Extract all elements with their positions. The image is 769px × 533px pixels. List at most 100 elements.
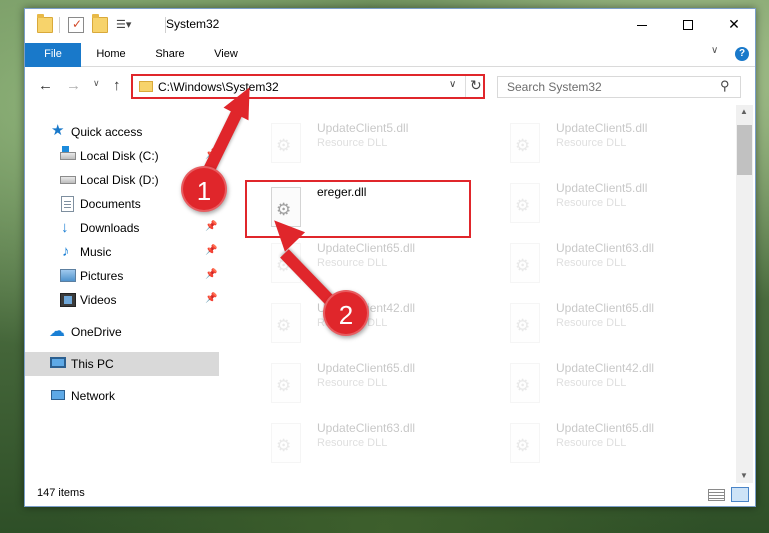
- nav-item-label: Downloads: [80, 221, 140, 235]
- file-name: UpdateClient65.dll: [556, 301, 655, 315]
- file-tile[interactable]: UpdateClient5.dll Resource DLL: [484, 117, 714, 173]
- scroll-down-icon[interactable]: ▼: [740, 471, 748, 480]
- file-type: Resource DLL: [317, 437, 388, 449]
- file-name: UpdateClient5.dll: [556, 121, 648, 135]
- new-folder-icon[interactable]: [92, 13, 108, 33]
- nav-item-quick-access[interactable]: ★ Quick access: [25, 120, 219, 144]
- tab-home[interactable]: Home: [87, 43, 135, 67]
- file-type: Resource DLL: [556, 377, 627, 389]
- file-type: Resource DLL: [317, 137, 388, 149]
- pin-icon[interactable]: 📌: [205, 221, 217, 232]
- search-input[interactable]: [498, 77, 713, 97]
- nav-item-label: Local Disk (C:): [80, 149, 159, 163]
- nav-item-label: OneDrive: [71, 325, 122, 339]
- file-tile[interactable]: UpdateClient65.dll Resource DLL: [245, 357, 475, 413]
- nav-item-this-pc[interactable]: This PC: [25, 352, 219, 376]
- nav-item-videos[interactable]: Videos 📌: [25, 288, 219, 312]
- nav-item-network[interactable]: Network: [25, 384, 219, 408]
- nav-item-downloads[interactable]: ↓ Downloads 📌: [25, 216, 219, 240]
- file-explorer-window: ☰▾ System32 ✕ File Home Share View ∨ ? ←…: [24, 8, 756, 507]
- scroll-thumb[interactable]: [737, 125, 752, 175]
- file-tile[interactable]: UpdateClient63.dll Resource DLL: [245, 417, 475, 473]
- help-icon[interactable]: ?: [735, 47, 749, 61]
- music-icon: ♪: [62, 243, 70, 260]
- file-name: UpdateClient42.dll: [556, 361, 655, 375]
- nav-item-label: Pictures: [80, 269, 124, 283]
- pin-icon[interactable]: 📌: [205, 293, 217, 304]
- close-button[interactable]: ✕: [711, 9, 757, 40]
- refresh-icon[interactable]: ↻: [470, 77, 482, 94]
- dll-file-icon: [510, 183, 540, 223]
- cloud-icon: ☁: [49, 323, 65, 340]
- tab-share[interactable]: Share: [145, 43, 195, 67]
- details-view-icon[interactable]: [708, 489, 725, 501]
- recent-locations-icon[interactable]: ∨: [93, 78, 100, 89]
- dll-file-icon: [271, 363, 301, 403]
- toolbar-divider: [59, 16, 60, 33]
- vertical-scrollbar[interactable]: ▲ ▼: [736, 105, 753, 483]
- documents-icon: [61, 196, 74, 212]
- nav-item-label: Documents: [80, 197, 141, 211]
- file-tile[interactable]: UpdateClient65.dll Resource DLL: [484, 297, 714, 353]
- computer-icon: [50, 357, 66, 368]
- annotation-badge-2: 2: [323, 290, 369, 336]
- back-arrow-icon[interactable]: ←: [38, 77, 53, 94]
- navigation-pane: ★ Quick access Local Disk (C:) 📌 Local D…: [25, 105, 221, 483]
- file-tile[interactable]: UpdateClient63.dll Resource DLL: [484, 237, 714, 293]
- address-bar[interactable]: C:\Windows\System32 ∨ ↻: [131, 74, 485, 99]
- folder-icon: [37, 13, 53, 33]
- nav-item-label: Network: [71, 389, 116, 403]
- pictures-icon: [60, 269, 76, 282]
- customize-toolbar-icon[interactable]: ☰▾: [116, 17, 132, 33]
- file-tile[interactable]: UpdateClient5.dll Resource DLL: [484, 177, 714, 233]
- dll-file-icon: [510, 123, 540, 163]
- file-name: UpdateClient65.dll: [317, 241, 416, 255]
- dll-file-icon: [510, 363, 540, 403]
- file-tile[interactable]: UpdateClient65.dll Resource DLL: [484, 417, 714, 473]
- tiles-view-icon[interactable]: [731, 487, 749, 502]
- file-name: UpdateClient5.dll: [317, 121, 409, 135]
- address-divider: [465, 76, 466, 97]
- maximize-button[interactable]: [665, 9, 711, 40]
- close-icon: ✕: [728, 16, 740, 32]
- file-name: UpdateClient65.dll: [317, 361, 416, 375]
- expand-ribbon-icon[interactable]: ∨: [711, 45, 718, 56]
- network-icon: [51, 390, 65, 400]
- nav-item-local-disk-c[interactable]: Local Disk (C:) 📌: [25, 144, 219, 168]
- window-title: System32: [166, 17, 220, 31]
- tab-view[interactable]: View: [205, 43, 247, 67]
- folder-icon: [139, 81, 153, 92]
- file-tile[interactable]: UpdateClient5.dll Resource DLL: [245, 117, 475, 173]
- quick-access-toolbar: ☰▾: [29, 9, 132, 40]
- pin-icon[interactable]: 📌: [205, 245, 217, 256]
- tab-file[interactable]: File: [25, 43, 81, 67]
- pin-icon[interactable]: 📌: [205, 269, 217, 280]
- nav-item-pictures[interactable]: Pictures 📌: [25, 264, 219, 288]
- properties-icon[interactable]: [68, 16, 84, 33]
- file-name: UpdateClient63.dll: [317, 421, 416, 435]
- nav-item-label: Videos: [80, 293, 117, 307]
- file-type: Resource DLL: [317, 377, 388, 389]
- download-icon: ↓: [61, 219, 69, 236]
- up-arrow-icon[interactable]: ↑: [113, 77, 121, 94]
- file-list: UpdateClient5.dll Resource DLL UpdateCli…: [222, 105, 736, 483]
- nav-item-label: Quick access: [71, 125, 143, 139]
- file-type: Resource DLL: [317, 257, 388, 269]
- file-type: Resource DLL: [556, 317, 627, 329]
- search-icon[interactable]: ⚲: [720, 78, 730, 94]
- file-type: Resource DLL: [556, 437, 627, 449]
- drive-icon: [60, 146, 76, 160]
- address-row: ← → ∨ ↑ C:\Windows\System32 ∨ ↻ ⚲: [25, 68, 755, 104]
- search-box[interactable]: ⚲: [497, 76, 741, 98]
- nav-item-onedrive[interactable]: ☁ OneDrive: [25, 320, 219, 344]
- file-name: UpdateClient63.dll: [556, 241, 655, 255]
- file-type: Resource DLL: [556, 257, 627, 269]
- forward-arrow-icon[interactable]: →: [66, 77, 81, 94]
- file-tile[interactable]: UpdateClient42.dll Resource DLL: [484, 357, 714, 413]
- minimize-button[interactable]: [619, 9, 665, 40]
- scroll-up-icon[interactable]: ▲: [740, 107, 748, 116]
- nav-item-music[interactable]: ♪ Music 📌: [25, 240, 219, 264]
- file-type: Resource DLL: [556, 137, 627, 149]
- minimize-icon: [637, 24, 647, 26]
- address-dropdown-icon[interactable]: ∨: [449, 79, 456, 90]
